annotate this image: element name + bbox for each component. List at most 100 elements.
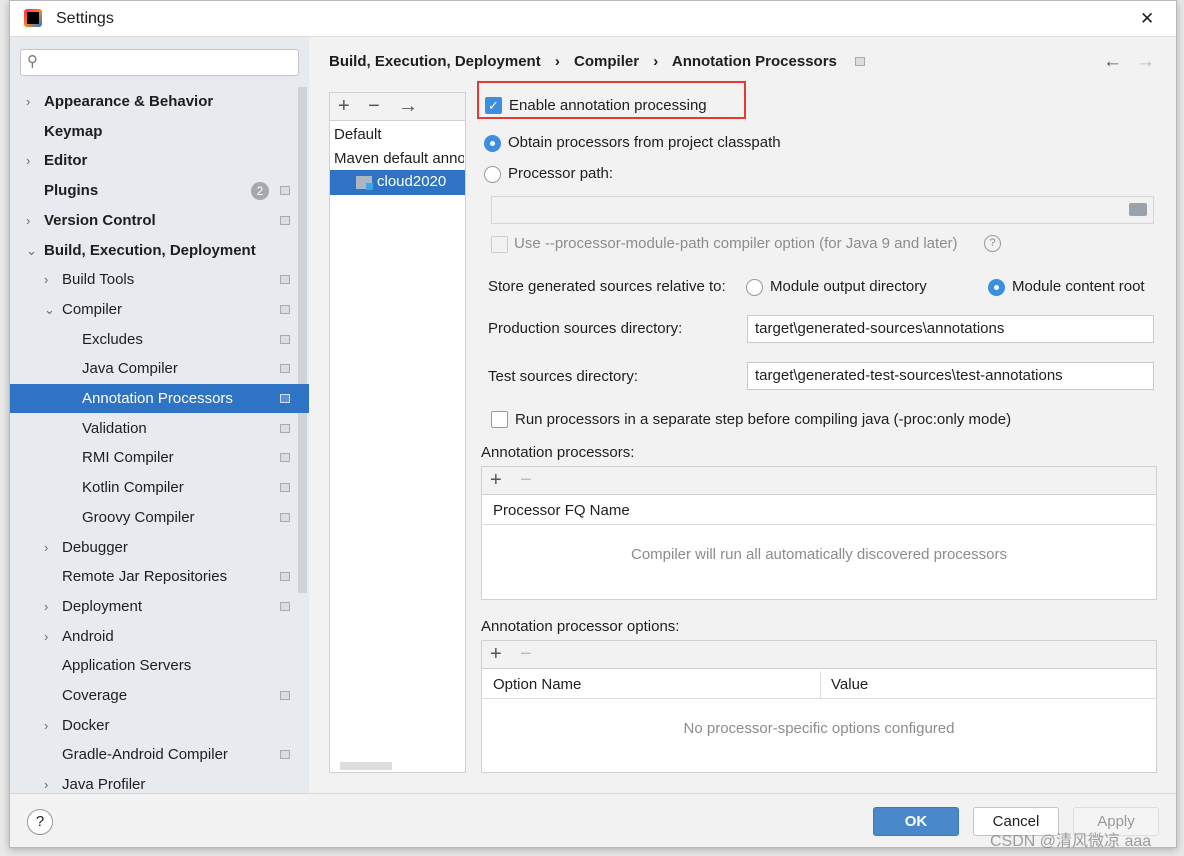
help-icon[interactable]: ? (984, 235, 1001, 252)
sidebar-item[interactable]: Coverage (10, 681, 296, 710)
project-scope-icon (280, 453, 290, 463)
processor-path-label[interactable]: Processor path: (508, 165, 613, 182)
chevron-right-icon[interactable]: › (26, 206, 30, 235)
add-profile-button[interactable]: + (338, 95, 350, 118)
sidebar-item-label: RMI Compiler (82, 449, 174, 467)
profile-module-cloud2020[interactable]: cloud2020 (330, 170, 465, 195)
options-empty-text: No processor-specific options configured (683, 720, 955, 737)
sidebar-item[interactable]: ⌄ Build, Execution, Deployment (10, 236, 296, 265)
sidebar-item[interactable]: › Deployment (10, 592, 296, 621)
chevron-down-icon[interactable]: ⌄ (26, 236, 37, 265)
processor-column-header[interactable]: Processor FQ Name (482, 497, 1156, 525)
module-content-label[interactable]: Module content root (1012, 278, 1145, 295)
profiles-hscrollbar[interactable] (340, 762, 392, 770)
ok-button[interactable]: OK (873, 807, 959, 836)
sidebar-item[interactable]: › Editor (10, 146, 296, 175)
test-dir-input[interactable]: target\generated-test-sources\test-annot… (747, 362, 1154, 390)
chevron-right-icon[interactable]: › (26, 146, 30, 175)
obtain-classpath-radio[interactable] (484, 135, 501, 152)
processor-path-input[interactable] (491, 196, 1154, 224)
sidebar-item[interactable]: Validation (10, 414, 296, 443)
sidebar-item[interactable]: RMI Compiler (10, 443, 296, 472)
back-button[interactable]: ← (1103, 51, 1122, 73)
processors-toolbar: + − (482, 467, 1156, 495)
breadcrumb: Build, Execution, Deployment › Compiler … (329, 53, 866, 70)
sidebar-scrollbar[interactable] (298, 87, 307, 593)
project-scope-icon (280, 364, 290, 374)
sidebar-item[interactable]: › Build Tools (10, 265, 296, 294)
breadcrumb-separator: › (554, 53, 560, 70)
sidebar-item[interactable]: Remote Jar Repositories (10, 562, 296, 591)
run-separate-checkbox[interactable] (491, 411, 508, 428)
add-option-button[interactable]: + (490, 643, 502, 666)
project-scope-icon (280, 750, 290, 760)
sidebar-item-label: Plugins (44, 182, 99, 200)
profile-module-label: cloud2020 (377, 173, 447, 190)
sidebar-item-label: Compiler (62, 300, 123, 318)
sidebar-item-label: Remote Jar Repositories (62, 568, 228, 586)
profile-maven[interactable]: Maven default annotation processors prof… (334, 150, 464, 167)
options-table: + − Option Name Value No processor-speci… (481, 640, 1157, 773)
browse-folder-icon[interactable] (1129, 203, 1147, 216)
enable-annotation-processing-label[interactable]: Enable annotation processing (509, 97, 707, 114)
obtain-classpath-label[interactable]: Obtain processors from project classpath (508, 134, 781, 151)
sidebar-item-label: Version Control (44, 211, 156, 229)
remove-option-button[interactable]: − (520, 643, 532, 666)
sidebar-item-label: Groovy Compiler (82, 508, 195, 526)
sidebar-item[interactable]: Excludes (10, 325, 296, 354)
module-folder-icon (356, 176, 373, 190)
run-separate-label[interactable]: Run processors in a separate step before… (515, 411, 1011, 428)
processors-title: Annotation processors: (481, 444, 635, 461)
profile-default[interactable]: Default (334, 126, 382, 143)
breadcrumb-item[interactable]: Compiler (574, 53, 639, 70)
sidebar-item[interactable]: Java Compiler (10, 354, 296, 383)
forward-button[interactable]: → (1136, 51, 1155, 73)
sidebar-item[interactable]: Kotlin Compiler (10, 473, 296, 502)
production-dir-label: Production sources directory: (488, 320, 683, 337)
sidebar-item[interactable]: Gradle-Android Compiler (10, 740, 296, 769)
sidebar-item[interactable]: ⌄ Compiler (10, 295, 296, 324)
processor-path-radio[interactable] (484, 166, 501, 183)
sidebar-item[interactable]: › Android (10, 622, 296, 651)
sidebar-item[interactable]: › Appearance & Behavior (10, 87, 296, 116)
chevron-right-icon[interactable]: › (44, 533, 48, 562)
module-output-radio[interactable] (746, 279, 763, 296)
close-button[interactable]: ✕ (1140, 9, 1154, 29)
sidebar-item-label: Appearance & Behavior (44, 93, 214, 110)
production-dir-input[interactable]: target\generated-sources\annotations (747, 315, 1154, 343)
sidebar-item[interactable]: › Docker (10, 711, 296, 740)
module-output-label[interactable]: Module output directory (770, 278, 927, 295)
chevron-right-icon[interactable]: › (44, 592, 48, 621)
breadcrumb-item[interactable]: Build, Execution, Deployment (329, 53, 541, 70)
sidebar-item[interactable]: Plugins 2 (10, 176, 296, 205)
remove-profile-button[interactable]: − (368, 95, 380, 118)
module-content-radio[interactable] (988, 279, 1005, 296)
sidebar-item[interactable]: Annotation Processors (10, 384, 309, 413)
chevron-down-icon[interactable]: ⌄ (44, 295, 55, 324)
chevron-right-icon[interactable]: › (44, 711, 48, 740)
chevron-right-icon[interactable]: › (26, 87, 30, 116)
help-button[interactable]: ? (27, 809, 53, 835)
add-processor-button[interactable]: + (490, 469, 502, 492)
search-input[interactable]: ⚲ (20, 49, 299, 76)
project-scope-icon (280, 304, 290, 314)
settings-sidebar: ⚲ › Appearance & Behavior Keymap › Editor Plu… (10, 37, 309, 793)
option-name-header[interactable]: Option Name (482, 671, 821, 699)
sidebar-item[interactable]: › Debugger (10, 533, 296, 562)
enable-annotation-processing-checkbox[interactable]: ✓ (485, 97, 502, 114)
chevron-right-icon[interactable]: › (44, 265, 48, 294)
chevron-right-icon[interactable]: › (44, 622, 48, 651)
project-scope-icon (280, 215, 290, 225)
sidebar-item[interactable]: Keymap (10, 117, 296, 146)
processors-empty-text: Compiler will run all automatically disc… (631, 546, 1007, 563)
sidebar-item[interactable]: › Version Control (10, 206, 296, 235)
sidebar-item[interactable]: Application Servers (10, 651, 296, 680)
project-scope-icon (280, 186, 290, 196)
move-profile-button[interactable]: → (398, 95, 418, 118)
remove-processor-button[interactable]: − (520, 469, 532, 492)
settings-dialog: Settings ✕ ⚲ › Appearance & Behavior Keyma… (9, 0, 1177, 848)
sidebar-item-label: Excludes (82, 330, 143, 348)
module-path-checkbox[interactable] (491, 236, 508, 253)
sidebar-item[interactable]: Groovy Compiler (10, 503, 296, 532)
option-value-header[interactable]: Value (821, 671, 1156, 699)
